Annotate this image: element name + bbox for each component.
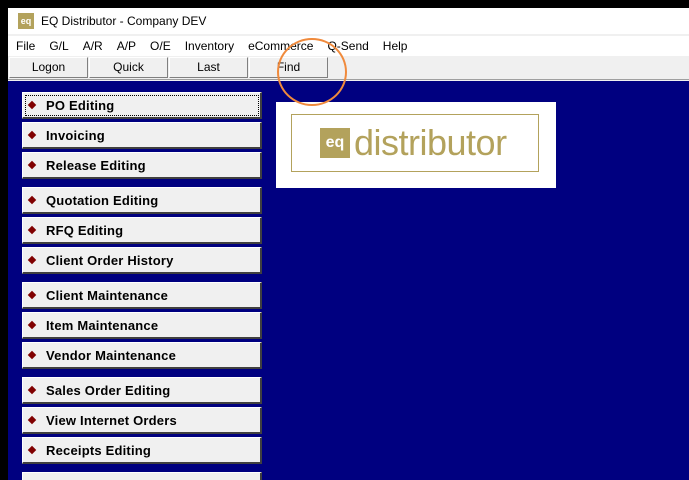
nav-label: Invoicing [46,127,105,143]
sales-order-editing-button[interactable]: Sales Order Editing [22,377,262,404]
app-logo-icon: eq [18,13,34,29]
nav-label: Client Order History [46,252,174,268]
menu-file[interactable]: File [8,39,42,53]
menu-inventory[interactable]: Inventory [178,39,241,53]
po-editing-button[interactable]: PO Editing [22,92,262,119]
partial-menu-button[interactable] [22,472,262,480]
logo-frame: eq distributor [291,114,539,172]
diamond-bullet-icon [27,225,37,235]
diamond-bullet-icon [27,195,37,205]
title-bar: eq EQ Distributor - Company DEV [8,8,689,34]
menu-bar: File G/L A/R A/P O/E Inventory eCommerce… [8,36,689,56]
diamond-bullet-icon [27,415,37,425]
diamond-bullet-icon [27,385,37,395]
nav-label: PO Editing [46,97,115,113]
find-highlight-circle [277,38,347,106]
nav-label: Receipts Editing [46,442,152,458]
diamond-bullet-icon [27,255,37,265]
quotation-editing-button[interactable]: Quotation Editing [22,187,262,214]
item-maintenance-button[interactable]: Item Maintenance [22,312,262,339]
invoicing-button[interactable]: Invoicing [22,122,262,149]
company-logo-panel: eq distributor [276,102,556,188]
vendor-maintenance-button[interactable]: Vendor Maintenance [22,342,262,369]
diamond-bullet-icon [27,320,37,330]
menu-gl[interactable]: G/L [42,39,75,53]
client-order-history-button[interactable]: Client Order History [22,247,262,274]
diamond-bullet-icon [27,160,37,170]
diamond-bullet-icon [27,100,37,110]
release-editing-button[interactable]: Release Editing [22,152,262,179]
diamond-bullet-icon [27,350,37,360]
logo-wordmark: distributor [354,122,507,163]
diamond-bullet-icon [27,445,37,455]
receipts-editing-button[interactable]: Receipts Editing [22,437,262,464]
quick-button[interactable]: Quick [89,57,168,78]
window-title: EQ Distributor - Company DEV [41,14,207,28]
nav-label: Client Maintenance [46,287,169,303]
rfq-editing-button[interactable]: RFQ Editing [22,217,262,244]
view-internet-orders-button[interactable]: View Internet Orders [22,407,262,434]
client-maintenance-button[interactable]: Client Maintenance [22,282,262,309]
diamond-bullet-icon [27,130,37,140]
nav-label: Item Maintenance [46,317,159,333]
eq-logo-icon: eq [320,128,350,158]
menu-oe[interactable]: O/E [143,39,178,53]
menu-ap[interactable]: A/P [110,39,143,53]
logon-button[interactable]: Logon [9,57,88,78]
menu-help[interactable]: Help [376,39,415,53]
toolbar: Logon Quick Last Find [8,56,689,80]
nav-label: Release Editing [46,157,146,173]
app-window: eq EQ Distributor - Company DEV File G/L… [8,8,689,480]
nav-label: Vendor Maintenance [46,347,177,363]
nav-label: View Internet Orders [46,412,177,428]
menu-ar[interactable]: A/R [76,39,110,53]
diamond-bullet-icon [27,290,37,300]
nav-label: Sales Order Editing [46,382,171,398]
nav-label: Quotation Editing [46,192,159,208]
nav-label: RFQ Editing [46,222,124,238]
last-button[interactable]: Last [169,57,248,78]
main-panel: PO Editing Invoicing Release Editing Quo… [8,81,689,480]
